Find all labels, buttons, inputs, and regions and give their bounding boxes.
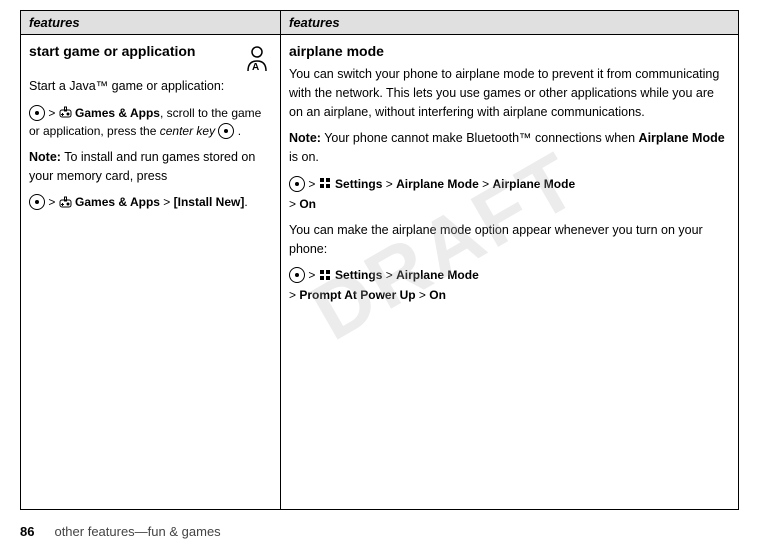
right-note-label: Note: [289, 131, 321, 145]
right-column: features airplane mode You can switch yo… [281, 11, 738, 509]
left-menu-path-1: > Games & Apps, scroll to the game or ap… [29, 104, 272, 140]
nav-dot-icon-2 [29, 194, 45, 210]
left-section-title: start game or application [29, 43, 195, 59]
svg-text:A: A [252, 62, 259, 73]
games-apps-icon-1 [59, 106, 72, 119]
page-number: 86 [20, 524, 34, 539]
right-note-text-2: is on. [289, 150, 319, 164]
left-menu-path-2: > Games & Apps > [Install New]. [29, 193, 272, 211]
content-area: features start game or application A [20, 10, 739, 510]
right-menu-path-2: > Settings > Airplane Mode [289, 266, 730, 284]
right-body-text-1: You can switch your phone to airplane mo… [289, 65, 730, 121]
right-menu-path-2c: > Prompt At Power Up > On [289, 286, 730, 304]
right-body-text-2: You can make the airplane mode option ap… [289, 221, 730, 259]
nav-dot-icon-3 [289, 176, 305, 192]
settings-icon-2 [319, 269, 332, 282]
right-menu-arrow-1: > [308, 177, 318, 191]
right-menu-path-1: > Settings > Airplane Mode > Airplane Mo… [289, 175, 730, 193]
right-menu-arrow-2: > [308, 268, 318, 282]
right-menu-text-1b: Settings > Airplane Mode > Airplane Mode [335, 177, 575, 191]
left-column: features start game or application A [21, 11, 281, 509]
left-note-text: To install and run games stored on your … [29, 150, 255, 183]
right-note-bold: Airplane Mode [639, 131, 725, 145]
left-menu-arrow-1: > [48, 106, 58, 120]
right-column-header: features [281, 11, 738, 35]
left-intro-text: Start a Java™ game or application: [29, 77, 272, 96]
right-section-title: airplane mode [289, 43, 730, 59]
right-menu-text-1c: > On [289, 197, 316, 211]
games-apps-icon-2 [59, 196, 72, 209]
footer-text: other features—fun & games [54, 524, 220, 539]
settings-icon-1 [319, 177, 332, 190]
left-column-header: features [21, 11, 280, 35]
center-key-icon [218, 123, 234, 139]
left-menu-text-2b: Games & Apps > [Install New]. [75, 195, 248, 209]
left-note-label: Note: [29, 150, 61, 164]
left-menu-period-1: . [238, 124, 241, 138]
right-menu-path-1c: > On [289, 195, 730, 213]
page-container: features start game or application A [0, 0, 759, 547]
nav-dot-icon-4 [289, 267, 305, 283]
left-menu-arrow-2: > [48, 195, 58, 209]
right-note: Note: Your phone cannot make Bluetooth™ … [289, 129, 730, 167]
person-icon: A [242, 43, 272, 73]
page-footer: 86 other features—fun & games [0, 516, 759, 547]
right-menu-text-2b: Settings > Airplane Mode [335, 268, 479, 282]
nav-dot-icon-1 [29, 105, 45, 121]
right-column-body: airplane mode You can switch your phone … [281, 35, 738, 509]
left-note: Note: To install and run games stored on… [29, 148, 272, 186]
right-menu-text-2c: > Prompt At Power Up > On [289, 288, 446, 302]
right-note-text-1: Your phone cannot make Bluetooth™ connec… [324, 131, 638, 145]
left-column-body: start game or application A Start a Java… [21, 35, 280, 509]
